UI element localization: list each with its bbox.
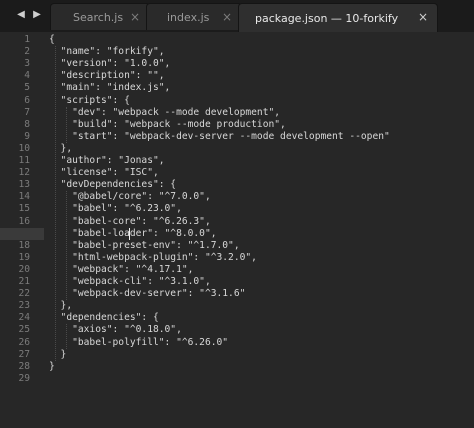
line-number: 24 (18, 312, 30, 324)
line-number: 18 (18, 239, 30, 251)
code-line[interactable]: "start": "webpack-dev-server --mode deve… (49, 131, 390, 143)
line-number: 29 (18, 372, 30, 384)
line-number: 9 (24, 130, 30, 142)
code-line[interactable]: "webpack-dev-server": "^3.1.6" (49, 288, 245, 300)
active-line-highlight (0, 227, 44, 240)
code-line[interactable]: "devDependencies": { (49, 179, 177, 191)
tab-package-json[interactable]: package.json — 10-forkify × (238, 3, 438, 32)
code-line[interactable]: "webpack-cli": "^3.1.0", (49, 276, 211, 288)
line-number: 27 (18, 348, 30, 360)
indent-guide (55, 46, 56, 361)
code-line[interactable]: "babel": "^6.23.0", (49, 203, 182, 215)
line-number: 26 (18, 336, 30, 348)
code-line[interactable]: "babel-core": "^6.26.3", (49, 216, 211, 228)
line-number: 16 (18, 215, 30, 227)
tab-label: package.json — 10-forkify (255, 11, 399, 25)
line-number: 23 (18, 300, 30, 312)
indent-guide (66, 191, 67, 301)
indent-guide (66, 106, 67, 143)
tab-search-js[interactable]: Search.js × (50, 3, 150, 30)
code-editor[interactable]: 1234567891011121314151617181920212223242… (0, 32, 474, 428)
line-number: 2 (24, 46, 30, 58)
line-number: 1 (24, 34, 30, 45)
code-line[interactable]: "html-webpack-plugin": "^3.2.0", (49, 252, 257, 264)
code-line[interactable]: "babel-polyfill": "^6.26.0" (49, 337, 228, 349)
code-line[interactable]: "license": "ISC", (49, 167, 159, 179)
line-number: 4 (24, 70, 30, 82)
code-line[interactable]: "@babel/core": "^7.0.0", (49, 191, 211, 203)
line-number: 28 (18, 360, 30, 372)
code-line[interactable]: } (49, 349, 67, 361)
line-number: 14 (18, 191, 30, 203)
forward-arrow-icon[interactable]: ▶ (28, 0, 46, 28)
line-number: 6 (24, 94, 30, 106)
line-number: 19 (18, 251, 30, 263)
line-number: 7 (24, 106, 30, 118)
close-icon[interactable]: × (222, 10, 232, 24)
tab-label: Search.js (73, 10, 124, 24)
tab-index-js[interactable]: index.js × (146, 3, 242, 30)
code-line[interactable]: "webpack": "^4.17.1", (49, 264, 193, 276)
line-number: 11 (18, 155, 30, 166)
line-number: 22 (18, 288, 30, 300)
code-line[interactable]: "version": "1.0.0", (49, 58, 171, 70)
line-number: 3 (24, 58, 30, 70)
code-line[interactable]: { (49, 34, 55, 46)
line-number: 12 (18, 167, 30, 179)
code-line[interactable]: "dev": "webpack --mode development", (49, 107, 280, 119)
indent-guide (66, 324, 67, 349)
code-line[interactable]: "description": "", (49, 70, 165, 82)
code-line[interactable]: } (49, 361, 55, 373)
tab-bar: ◀ ▶ Search.js × index.js × package.json … (0, 0, 474, 33)
code-line[interactable]: "babel-loader": "^8.0.0", (49, 228, 216, 240)
line-number: 25 (18, 324, 30, 336)
line-number: 10 (18, 142, 30, 154)
close-icon[interactable]: × (130, 10, 140, 24)
code-line[interactable]: }, (49, 143, 73, 155)
code-line[interactable]: }, (49, 300, 73, 312)
text-cursor (129, 227, 130, 240)
code-line[interactable]: "author": "Jonas", (49, 155, 165, 167)
line-number: 15 (18, 203, 30, 215)
code-line[interactable]: "main": "index.js", (49, 82, 171, 94)
code-line[interactable]: "axios": "^0.18.0", (49, 324, 182, 336)
line-number: 13 (18, 179, 30, 191)
line-number: 8 (24, 118, 30, 130)
code-line[interactable]: "babel-preset-env": "^1.7.0", (49, 240, 240, 252)
code-line[interactable]: "dependencies": { (49, 312, 159, 324)
code-line[interactable]: "build": "webpack --mode production", (49, 119, 286, 131)
tab-label: index.js (167, 10, 210, 24)
line-number: 5 (24, 82, 30, 94)
line-number: 20 (18, 263, 30, 275)
close-icon[interactable]: × (418, 10, 428, 24)
code-line[interactable]: "scripts": { (49, 95, 130, 107)
line-number: 21 (18, 276, 30, 287)
code-line[interactable]: "name": "forkify", (49, 46, 165, 58)
